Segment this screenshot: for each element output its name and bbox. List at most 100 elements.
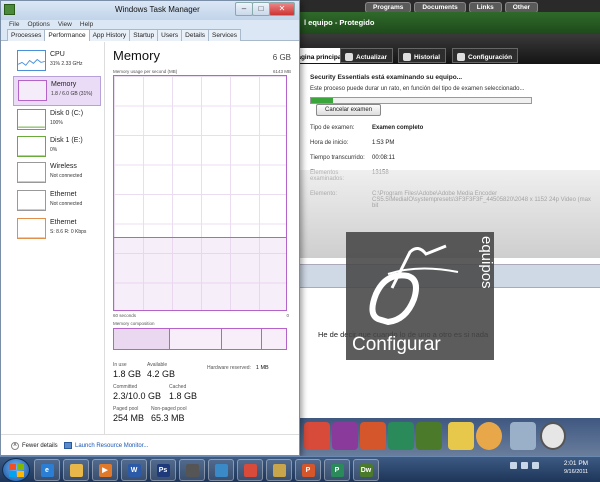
cancel-scan-button[interactable]: Cancelar examen — [316, 104, 382, 117]
tab-services[interactable]: Services — [208, 29, 241, 41]
minimize-button[interactable]: – — [235, 2, 253, 16]
graph-time-left: 60 seconds — [113, 313, 137, 318]
stat-committed: Committed 2.3/10.0 GB — [113, 384, 162, 401]
dreamweaver-icon: Dw — [359, 463, 373, 477]
taskbar-app-flash[interactable] — [179, 459, 205, 481]
system-tray — [510, 462, 539, 469]
stat-paged-pool: Paged pool 254 MB — [113, 406, 145, 423]
scan-detail-row: Tiempo transcurrido: 00:08:11 — [310, 155, 600, 161]
taskbar-app-publisher[interactable]: P — [324, 459, 350, 481]
resource-item-wireless-4[interactable]: Wireless Not connected — [13, 159, 105, 189]
dock-weather-icon[interactable] — [476, 422, 502, 450]
task-manager-app-icon — [4, 4, 15, 15]
taskbar-app-dreamweaver[interactable]: Dw — [353, 459, 379, 481]
menu-help[interactable]: Help — [80, 20, 93, 29]
taskbar-app-powerpoint[interactable]: P — [295, 459, 321, 481]
resource-name: Memory — [51, 81, 77, 88]
resource-detail: 1.8 / 6.0 GB (31%) — [51, 91, 93, 97]
photoshop-icon: Ps — [156, 463, 170, 477]
mse-tab-update[interactable]: Actualizar — [340, 48, 394, 63]
chrome-icon — [243, 463, 257, 477]
launch-resource-monitor-link[interactable]: Launch Resource Monitor... — [64, 442, 148, 449]
resource-detail: 0% — [50, 147, 58, 153]
folder-icon — [69, 463, 83, 477]
fewer-details-button[interactable]: ˄ Fewer details — [11, 442, 58, 450]
taskbar-app-photoshop[interactable]: Ps — [150, 459, 176, 481]
taskbar-app-word[interactable]: W — [121, 459, 147, 481]
ie-icon: e — [40, 463, 54, 477]
tab-performance[interactable]: Performance — [44, 29, 90, 41]
taskbar-app-ie[interactable]: e — [34, 459, 60, 481]
memory-usage-label: Memory usage per second (MB) — [113, 69, 178, 74]
resource-item-memory-1[interactable]: Memory 1.8 / 6.0 GB (31%) — [13, 76, 101, 106]
mse-tab-history[interactable]: Historial — [398, 48, 447, 63]
taskbar-app-explorer[interactable] — [266, 459, 292, 481]
stat-hardware-reserved: Hardware reserved: 1 MB — [207, 365, 269, 371]
memory-total: 6 GB — [272, 53, 291, 62]
window-title: Windows Task Manager — [115, 5, 200, 14]
memory-usage-max: 6143 MB — [272, 69, 291, 74]
tray-network-icon[interactable] — [521, 462, 528, 469]
resource-detail: 31% 2.33 GHz — [50, 61, 83, 67]
sparkline-line — [18, 126, 45, 128]
resource-name: Disk 0 (C:) — [50, 110, 84, 117]
media-icon: ▶ — [98, 463, 112, 477]
resource-monitor-icon — [64, 442, 72, 449]
tab-app-history[interactable]: App History — [88, 29, 131, 41]
sparkline-line — [17, 58, 45, 66]
taskbar-app-chrome[interactable] — [237, 459, 263, 481]
scan-detail-value: Examen completo — [372, 125, 424, 132]
resource-name: CPU — [50, 51, 65, 58]
taskbar-app-photo[interactable] — [208, 459, 234, 481]
dock-powerpoint-icon[interactable] — [360, 422, 386, 450]
taskbar-clock[interactable]: 2:01 PM 9/16/2011 — [556, 460, 596, 475]
resource-item-disk-0-c-2[interactable]: Disk 0 (C:) 100% — [13, 106, 105, 136]
resource-item-ethernet-5[interactable]: Ethernet Not connected — [13, 187, 105, 217]
taskbar-app-media[interactable]: ▶ — [92, 459, 118, 481]
task-manager-titlebar[interactable]: Windows Task Manager – □ ✕ — [1, 1, 299, 20]
taskbar-app-folder[interactable] — [63, 459, 89, 481]
configurar-equipos-tile[interactable]: Configurar equipos — [346, 232, 495, 360]
maximize-button[interactable]: □ — [252, 2, 270, 16]
word-icon: W — [127, 463, 141, 477]
tab-processes[interactable]: Processes — [7, 29, 46, 41]
task-manager-window: Windows Task Manager – □ ✕ File Options … — [0, 0, 300, 456]
dock-chrome-icon[interactable] — [304, 422, 330, 450]
equipos-label: equipos — [478, 236, 495, 289]
tray-volume-icon[interactable] — [532, 462, 539, 469]
clock-time: 2:01 PM — [563, 460, 589, 467]
tab-users[interactable]: Users — [157, 29, 183, 41]
resource-detail: Not connected — [50, 173, 83, 179]
stat-cached: Cached 1.8 GB — [169, 384, 198, 401]
stat-non-paged-pool: Non-paged pool 65.3 MB — [151, 406, 187, 423]
sparkline-graph — [17, 109, 46, 130]
sparkline-line — [18, 155, 45, 157]
tray-flag-icon[interactable] — [510, 462, 517, 469]
start-button[interactable] — [2, 458, 30, 482]
update-icon — [345, 53, 353, 61]
menu-options[interactable]: Options — [27, 20, 49, 29]
dock-dreamweaver-icon[interactable] — [416, 422, 442, 450]
resource-item-ethernet-6[interactable]: Ethernet S: 8.6 R: 0 Kbps — [13, 215, 105, 245]
task-manager-footer: ˄ Fewer details Launch Resource Monitor.… — [1, 434, 299, 455]
dock-winrar-icon[interactable] — [332, 422, 358, 450]
dock-publisher-icon[interactable] — [388, 422, 414, 450]
tab-details[interactable]: Details — [181, 29, 210, 41]
mse-tab-settings[interactable]: Configuración — [452, 48, 519, 63]
dock-clock-icon[interactable] — [540, 422, 566, 450]
powerpoint-icon: P — [301, 463, 315, 477]
memory-composition-label: Memory composition — [113, 321, 155, 326]
dock-box-icon[interactable] — [448, 422, 474, 450]
dock-trash-icon[interactable] — [510, 422, 536, 450]
resource-item-cpu-0[interactable]: CPU 31% 2.33 GHz — [13, 47, 105, 77]
close-button[interactable]: ✕ — [269, 2, 295, 16]
scan-detail-row: Tipo de examen: Examen completo — [310, 125, 600, 131]
scan-progress-fill — [311, 98, 333, 103]
flash-icon — [185, 463, 199, 477]
menu-view[interactable]: View — [58, 20, 72, 29]
clock-date: 9/16/2011 — [563, 469, 589, 475]
resource-detail: S: 8.6 R: 0 Kbps — [50, 229, 87, 235]
configurar-label: Configurar — [352, 334, 441, 355]
menu-file[interactable]: File — [9, 20, 19, 29]
tab-startup[interactable]: Startup — [129, 29, 159, 41]
